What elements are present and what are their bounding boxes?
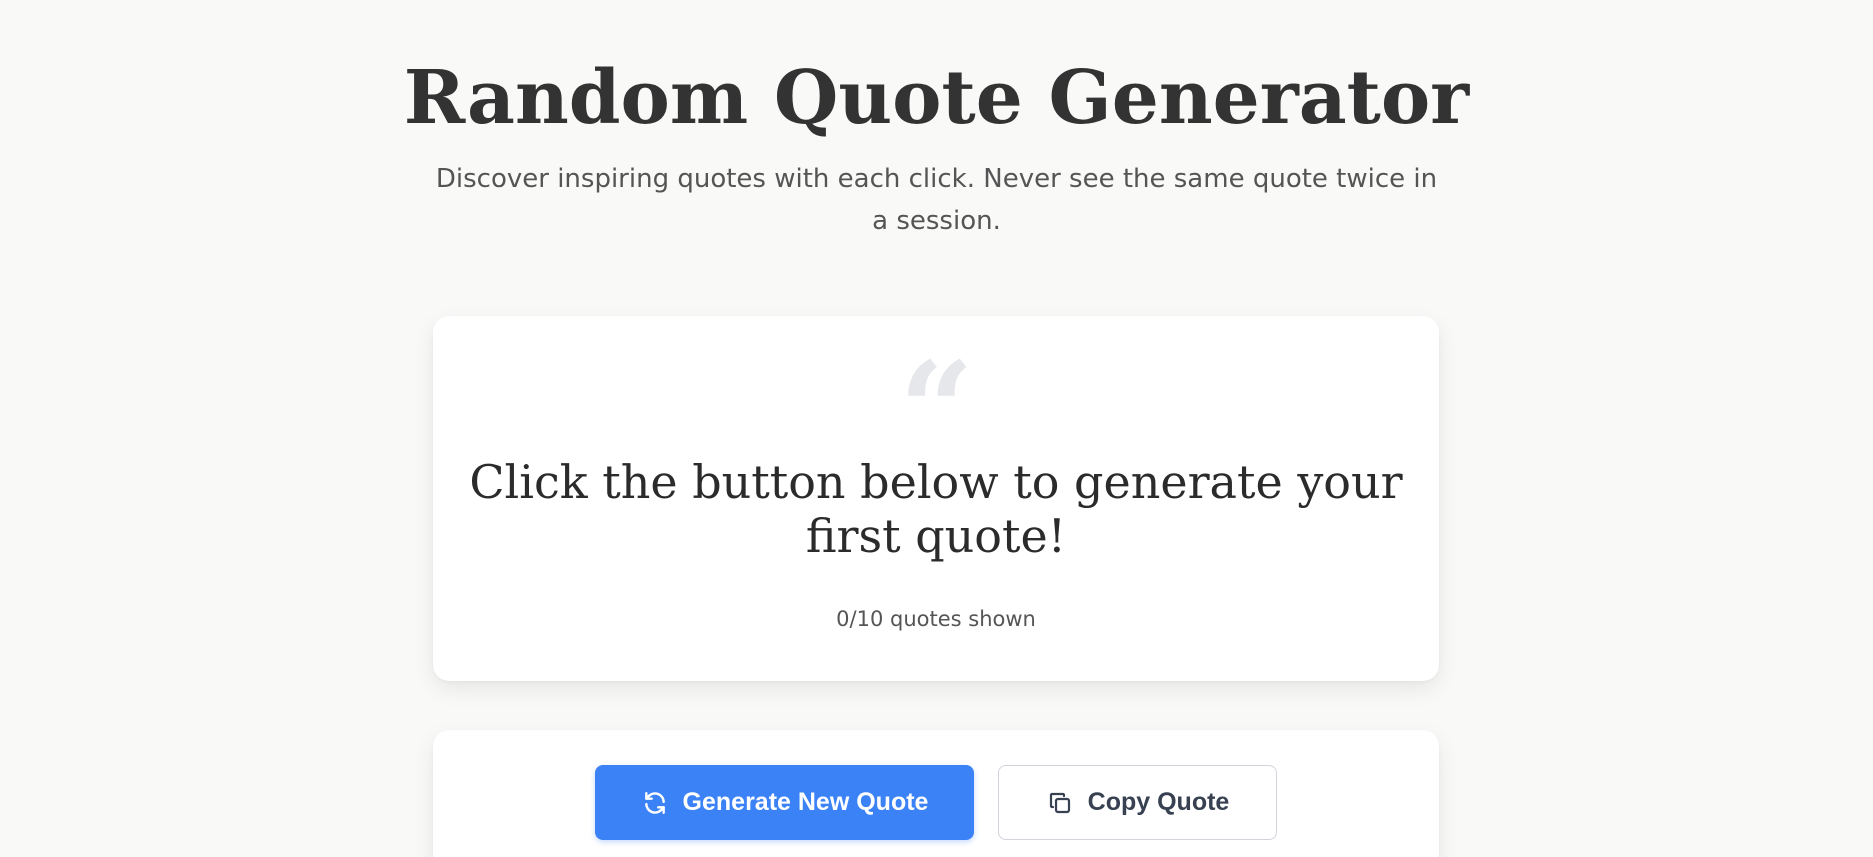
copy-quote-button[interactable]: Copy Quote [998,765,1277,840]
page-title: Random Quote Generator [403,55,1470,141]
header: Random Quote Generator Discover inspirin… [0,48,1873,242]
generate-quote-button[interactable]: Generate New Quote [595,765,974,840]
generate-quote-label: Generate New Quote [682,788,929,816]
refresh-icon [641,789,669,817]
page-subtitle: Discover inspiring quotes with each clic… [435,164,1438,236]
quote-counter: 0/10 quotes shown [836,607,1036,631]
quote-text: Click the button below to generate your … [469,455,1403,563]
page: Random Quote Generator Discover inspirin… [0,0,1873,857]
copy-quote-label: Copy Quote [1087,788,1230,816]
copy-icon [1046,789,1074,817]
